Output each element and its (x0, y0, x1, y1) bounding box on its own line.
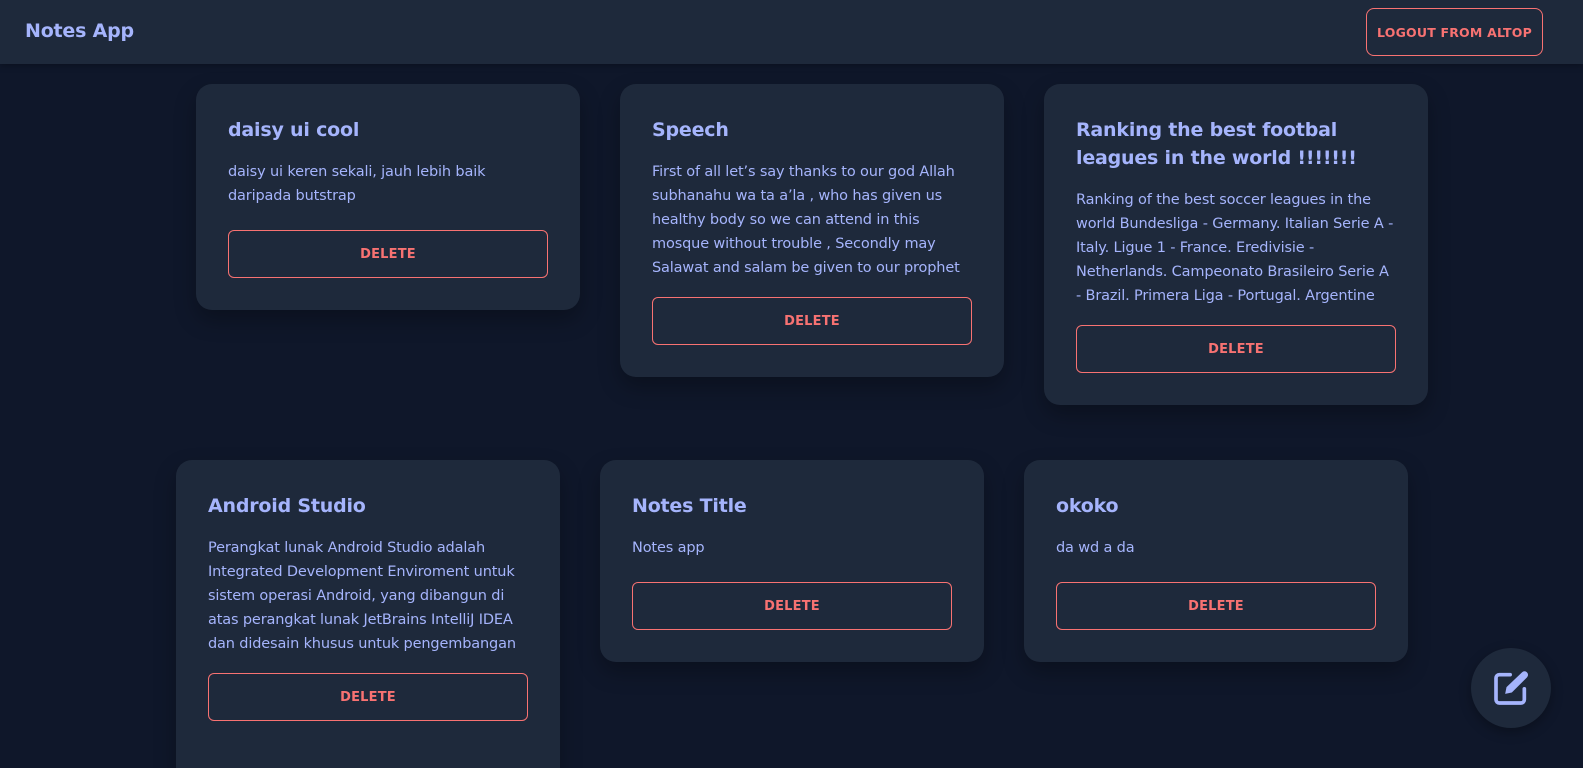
delete-note-button[interactable]: DELETE (228, 230, 548, 278)
note-body: First of all let’s say thanks to our god… (652, 164, 960, 275)
delete-note-button[interactable]: DELETE (632, 582, 952, 630)
note-body: daisy ui keren sekali, jauh lebih baik d… (228, 164, 486, 204)
delete-note-button[interactable]: DELETE (208, 673, 528, 721)
note-title: okoko (1056, 495, 1119, 517)
note-title: Android Studio (208, 495, 366, 517)
note-card: Notes Title Notes app DELETE (600, 460, 984, 662)
note-title: Speech (652, 119, 729, 141)
note-body: Perangkat lunak Android Studio adalah In… (208, 540, 516, 651)
note-title: Ranking the best footbal leagues in the … (1076, 119, 1357, 169)
note-card: okoko da wd a da DELETE (1024, 460, 1408, 662)
note-title: daisy ui cool (228, 119, 360, 141)
note-body: Ranking of the best soccer leagues in th… (1076, 192, 1394, 303)
note-card: Android Studio Perangkat lunak Android S… (176, 460, 560, 768)
navbar: Notes App LOGOUT FROM ALTOP (0, 0, 1583, 64)
add-note-button[interactable] (1471, 648, 1551, 728)
delete-note-button[interactable]: DELETE (1056, 582, 1376, 630)
note-body: da wd a da (1056, 540, 1135, 556)
note-card: Speech First of all let’s say thanks to … (620, 84, 1004, 377)
note-body: Notes app (632, 540, 705, 556)
delete-note-button[interactable]: DELETE (1076, 325, 1396, 373)
note-card: daisy ui cool daisy ui keren sekali, jau… (196, 84, 580, 310)
edit-note-icon (1491, 668, 1531, 708)
note-card: Ranking the best footbal leagues in the … (1044, 84, 1428, 405)
delete-note-button[interactable]: DELETE (652, 297, 972, 345)
note-title: Notes Title (632, 495, 747, 517)
app-brand[interactable]: Notes App (25, 20, 134, 42)
logout-button[interactable]: LOGOUT FROM ALTOP (1366, 8, 1543, 56)
